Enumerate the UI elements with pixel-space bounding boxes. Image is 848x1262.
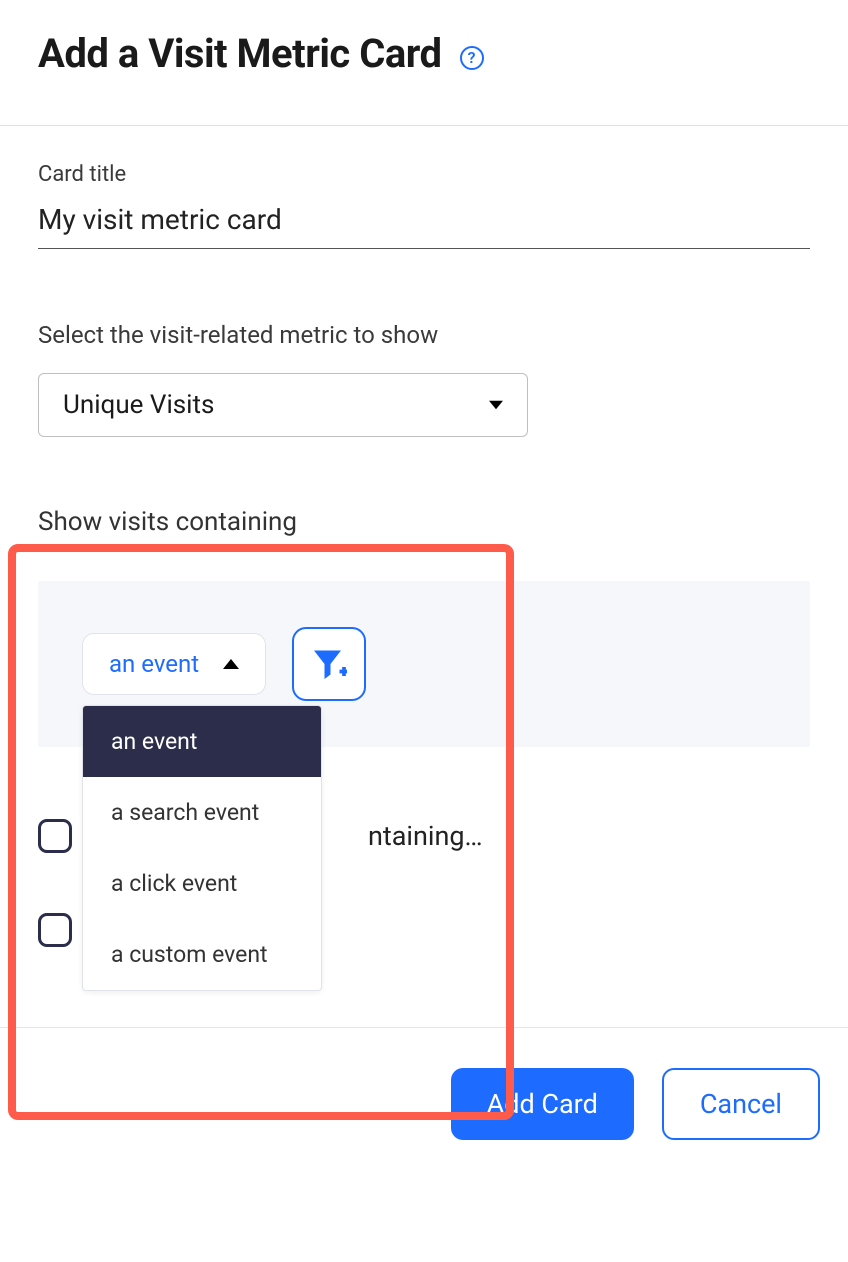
- dropdown-item[interactable]: an event: [83, 706, 321, 777]
- event-type-menu: an event a search event a click event a …: [82, 705, 322, 991]
- funnel-plus-icon: [311, 646, 347, 682]
- metric-label: Select the visit-related metric to show: [38, 321, 810, 349]
- truncated-label: ntaining…: [368, 820, 483, 852]
- checkbox-option-2[interactable]: [38, 913, 72, 947]
- metric-select[interactable]: Unique Visits: [38, 373, 528, 437]
- show-visits-label: Show visits containing: [38, 507, 810, 537]
- help-icon[interactable]: ?: [460, 46, 484, 70]
- dropdown-item[interactable]: a click event: [83, 848, 321, 919]
- chevron-down-icon: [489, 398, 503, 412]
- metric-selected-value: Unique Visits: [63, 390, 214, 420]
- event-type-selected: an event: [109, 650, 199, 678]
- add-card-button[interactable]: Add Card: [451, 1068, 634, 1140]
- page-header: Add a Visit Metric Card ?: [0, 0, 848, 125]
- card-title-label: Card title: [38, 162, 810, 187]
- visits-panel: an event an event a search event a click…: [38, 581, 810, 747]
- dropdown-item[interactable]: a search event: [83, 777, 321, 848]
- card-title-input[interactable]: [38, 197, 810, 249]
- checkbox-option-1[interactable]: [38, 819, 72, 853]
- page-title: Add a Visit Metric Card: [38, 30, 442, 77]
- footer-actions: Add Card Cancel: [0, 1028, 848, 1200]
- event-type-dropdown[interactable]: an event: [82, 633, 266, 695]
- cancel-button[interactable]: Cancel: [662, 1068, 820, 1140]
- add-filter-button[interactable]: [292, 627, 366, 701]
- chevron-up-icon: [223, 659, 239, 669]
- dropdown-item[interactable]: a custom event: [83, 919, 321, 990]
